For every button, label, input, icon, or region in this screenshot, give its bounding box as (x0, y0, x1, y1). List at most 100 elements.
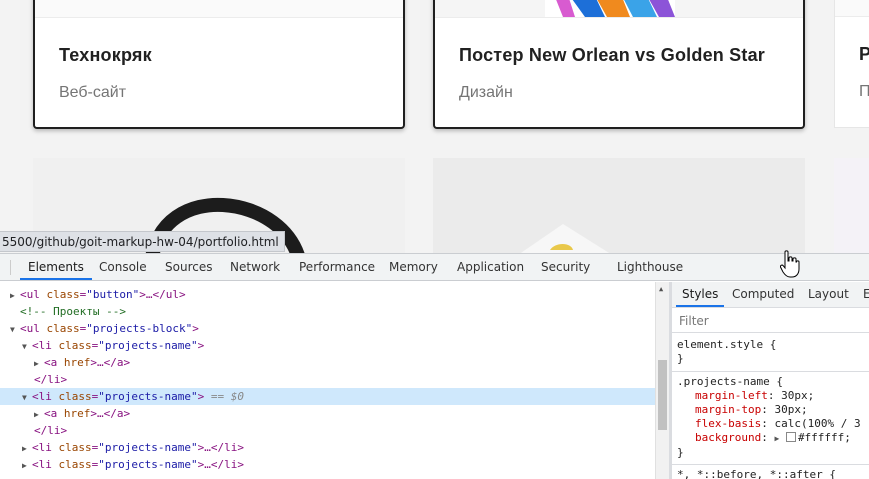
css-value: #ffffff; (797, 431, 851, 444)
css-value: 30px; (781, 389, 815, 402)
project-card[interactable]: Постер New Orlean vs Golden Star Дизайн (433, 0, 805, 129)
expand-triangle-icon[interactable]: ▶ (22, 457, 32, 474)
expand-triangle-icon[interactable]: ▶ (774, 434, 779, 443)
universal-rule[interactable]: *, *::before, *::after { (672, 468, 869, 479)
card-image (435, 0, 803, 18)
expand-triangle-icon[interactable]: ▶ (34, 355, 44, 372)
project-thumbnail[interactable] (834, 158, 869, 253)
tab-application[interactable]: Application (457, 254, 524, 280)
attr-value: "projects-block" (86, 322, 193, 335)
color-swatch-icon[interactable] (785, 432, 796, 442)
styles-pane: Styles Computed Layout E Filter element.… (672, 282, 869, 479)
card-title: Постер New Orlean vs Golden Star (459, 45, 766, 65)
card-category: П (859, 83, 869, 100)
tag-rest: >…</ul> (139, 288, 186, 301)
expand-triangle-icon[interactable]: ▶ (22, 440, 32, 457)
tab-layout[interactable]: Layout (808, 282, 849, 307)
attr-value: "projects-name" (98, 339, 198, 352)
card-title: Р (859, 44, 869, 64)
dom-node-a-href[interactable]: ▶ <a href>…</a> (0, 354, 669, 371)
tab-elements[interactable]: Elements (20, 254, 92, 280)
rule-divider (672, 371, 869, 372)
dom-node-ul-button[interactable]: ▶ <ul class="button">…</ul> (0, 286, 665, 303)
expand-triangle-icon[interactable]: ▶ (34, 406, 44, 423)
attr-name: href (63, 356, 91, 369)
attr-name: class (46, 288, 80, 301)
page-viewport: Технокряк Веб-сайт Постер New Orlean vs … (0, 0, 869, 253)
project-thumbnail[interactable] (433, 158, 805, 253)
devtools-tab-bar: Elements Console Sources Network Perform… (0, 254, 869, 281)
tab-event-listeners[interactable]: E (863, 282, 869, 307)
expand-triangle-icon[interactable]: ▶ (10, 287, 20, 304)
card-title: Технокряк (59, 45, 152, 65)
tag-rest: >…</a> (90, 407, 131, 420)
tag-open: <li (32, 441, 52, 454)
dom-node-ul-projects-block[interactable]: ▼ <ul class="projects-block"> (0, 320, 665, 337)
tag-rest: >…</li> (197, 458, 244, 471)
dom-node-li-projects-name[interactable]: ▼ <li class="projects-name"> (0, 337, 669, 354)
element-style-rule[interactable]: element.style { } (672, 338, 869, 366)
dom-node-comment[interactable]: <!-- Проекты --> (0, 303, 669, 320)
tag-open: <ul (20, 288, 40, 301)
card-category: Веб-сайт (59, 84, 127, 101)
css-declaration[interactable]: margin-top: 30px; (677, 403, 869, 417)
attr-value: "button" (86, 288, 140, 301)
dom-node-li-close[interactable]: </li> (0, 371, 669, 388)
dom-node-partial[interactable] (0, 473, 669, 479)
css-declaration[interactable]: flex-basis: calc(100% / 3 (677, 417, 869, 431)
styles-filter-input[interactable]: Filter (672, 309, 869, 333)
tag-open: <ul (20, 322, 40, 335)
elements-tree[interactable]: ▶ <ul class="button">…</ul> <!-- Проекты … (0, 282, 669, 479)
tab-memory[interactable]: Memory (389, 254, 438, 280)
card-category: Дизайн (459, 84, 513, 101)
tag-rest: > (197, 339, 205, 352)
package-image (520, 224, 610, 253)
attr-value: "projects-name" (98, 441, 198, 454)
styles-tab-bar: Styles Computed Layout E (672, 282, 869, 308)
collapse-triangle-icon[interactable]: ▼ (22, 389, 32, 406)
rule-selector: .projects-name { (677, 375, 783, 388)
hand-cursor-icon (780, 250, 800, 278)
rule-divider (672, 464, 869, 465)
tab-lighthouse[interactable]: Lighthouse (617, 254, 683, 280)
collapse-triangle-icon[interactable]: ▼ (22, 338, 32, 355)
scroll-up-arrow-icon[interactable]: ▲ (659, 285, 663, 293)
projects-name-rule[interactable]: .projects-name { margin-left: 30px; marg… (672, 375, 869, 460)
tab-computed[interactable]: Computed (732, 282, 794, 307)
tag-rest: > (197, 390, 205, 403)
attr-value: "projects-name" (98, 390, 198, 403)
tab-console[interactable]: Console (99, 254, 147, 280)
dom-node-li-close[interactable]: </li> (0, 422, 669, 439)
rule-selector: element.style { (677, 338, 777, 351)
css-declaration[interactable]: background: ▶ #ffffff; (677, 431, 869, 446)
project-card[interactable]: Р П (834, 0, 869, 128)
collapse-triangle-icon[interactable]: ▼ (10, 321, 20, 338)
project-card[interactable]: Технокряк Веб-сайт (33, 0, 405, 129)
tag-rest: > (192, 322, 199, 335)
dom-node-li-projects-name-selected[interactable]: ▼ <li class="projects-name"> == $0 (0, 388, 669, 405)
css-declaration[interactable]: margin-left: 30px; (677, 389, 869, 403)
attr-name: href (63, 407, 91, 420)
attr-name: class (58, 441, 92, 454)
tab-network[interactable]: Network (230, 254, 280, 280)
dom-node-li-projects-name[interactable]: ▶ <li class="projects-name">…</li> (0, 439, 669, 456)
tab-security[interactable]: Security (541, 254, 590, 280)
css-property: margin-left (695, 389, 768, 402)
attr-name: class (46, 322, 80, 335)
tab-performance[interactable]: Performance (299, 254, 375, 280)
css-property: background (695, 431, 762, 444)
tag-open: <li (32, 339, 52, 352)
tag-open: <li (32, 390, 52, 403)
tab-sources[interactable]: Sources (165, 254, 212, 280)
attr-name: class (58, 458, 92, 471)
attr-name: class (58, 390, 92, 403)
css-value: calc(100% / 3 (774, 417, 861, 430)
dom-node-a-href[interactable]: ▶ <a href>…</a> (0, 405, 669, 422)
tag-close: </li> (34, 424, 68, 437)
tab-styles[interactable]: Styles (676, 282, 725, 307)
elements-scrollbar[interactable]: ▲ (655, 282, 669, 479)
tag-close: </li> (34, 373, 68, 386)
dom-node-li-projects-name[interactable]: ▶ <li class="projects-name">…</li> (0, 456, 669, 473)
devtools-panel: Elements Console Sources Network Perform… (0, 253, 869, 479)
scrollbar-thumb[interactable] (658, 360, 667, 430)
